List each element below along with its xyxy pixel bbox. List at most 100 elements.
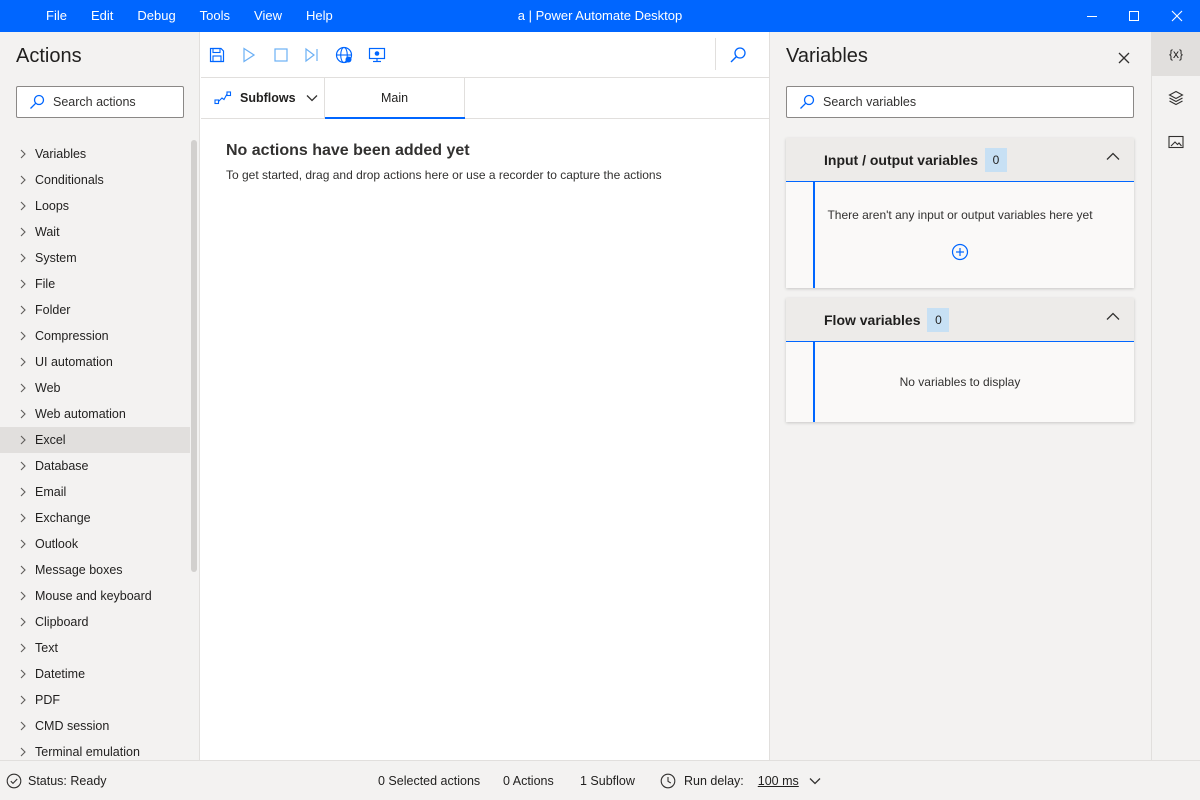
io-variables-label: Input / output variables <box>824 151 979 168</box>
search-icon <box>730 47 746 63</box>
action-group-web[interactable]: Web <box>0 375 190 401</box>
close-button[interactable] <box>1156 0 1198 32</box>
tab-main[interactable]: Main <box>325 78 465 119</box>
io-variables-count: 0 <box>985 147 1008 172</box>
action-group-message-boxes[interactable]: Message boxes <box>0 557 190 583</box>
action-group-mouse-and-keyboard[interactable]: Mouse and keyboard <box>0 583 190 609</box>
actions-search-input[interactable]: Search actions <box>16 86 184 118</box>
stop-icon <box>274 48 288 62</box>
menu-tools[interactable]: Tools <box>188 0 242 32</box>
chevron-right-icon <box>20 253 34 263</box>
action-group-loops[interactable]: Loops <box>0 193 190 219</box>
variables-search-placeholder: Search variables <box>823 95 917 109</box>
chevron-right-icon <box>20 591 34 601</box>
maximize-button[interactable] <box>1113 0 1155 32</box>
action-group-web-automation[interactable]: Web automation <box>0 401 190 427</box>
web-recorder-button[interactable] <box>333 44 355 66</box>
subflows-dropdown[interactable]: Subflows <box>201 78 325 118</box>
ui-elements-icon <box>1168 90 1184 106</box>
run-delay-label: Run delay: <box>684 774 744 788</box>
action-group-text[interactable]: Text <box>0 635 190 661</box>
action-group-outlook[interactable]: Outlook <box>0 531 190 557</box>
action-group-label: Conditionals <box>35 173 104 187</box>
flow-variables-count: 0 <box>927 307 950 332</box>
actions-list: Variables Conditionals Loops Wait System File… <box>0 141 190 760</box>
io-variables-header[interactable]: Input / output variables 0 <box>786 138 1134 182</box>
chevron-up-icon[interactable] <box>1106 312 1120 321</box>
empty-state-text: To get started, drag and drop actions he… <box>226 168 662 182</box>
actions-scrollbar[interactable] <box>191 140 197 572</box>
chevron-right-icon <box>20 175 34 185</box>
search-flow-button[interactable] <box>727 44 749 66</box>
desktop-recorder-icon <box>368 47 386 63</box>
ui-elements-rail-button[interactable] <box>1152 76 1200 120</box>
chevron-up-icon[interactable] <box>1106 152 1120 161</box>
action-group-system[interactable]: System <box>0 245 190 271</box>
minimize-button[interactable] <box>1071 0 1113 32</box>
action-group-label: Mouse and keyboard <box>35 589 152 603</box>
chevron-right-icon <box>20 279 34 289</box>
action-group-terminal-emulation[interactable]: Terminal emulation <box>0 739 190 760</box>
variables-close-button[interactable] <box>1114 48 1134 68</box>
clock-icon <box>660 773 676 789</box>
variables-icon: {x} <box>1168 47 1183 61</box>
action-group-file[interactable]: File <box>0 271 190 297</box>
chevron-right-icon <box>20 669 34 679</box>
run-icon <box>243 47 256 63</box>
action-group-database[interactable]: Database <box>0 453 190 479</box>
images-icon <box>1168 135 1184 149</box>
action-group-variables[interactable]: Variables <box>0 141 190 167</box>
flow-designer: Subflows Main No actions have been added… <box>201 32 769 760</box>
desktop-recorder-button[interactable] <box>366 44 388 66</box>
selected-actions-count: 0 Selected actions <box>378 774 481 788</box>
action-group-label: File <box>35 277 56 291</box>
images-rail-button[interactable] <box>1152 120 1200 164</box>
close-icon <box>1118 52 1130 64</box>
action-group-exchange[interactable]: Exchange <box>0 505 190 531</box>
action-group-label: Web <box>35 381 61 395</box>
chevron-down-icon[interactable] <box>809 777 821 785</box>
right-rail: {x} <box>1151 32 1200 760</box>
action-group-datetime[interactable]: Datetime <box>0 661 190 687</box>
action-group-compression[interactable]: Compression <box>0 323 190 349</box>
flow-variables-header[interactable]: Flow variables 0 <box>786 298 1134 342</box>
action-group-folder[interactable]: Folder <box>0 297 190 323</box>
chevron-right-icon <box>20 383 34 393</box>
menu-debug[interactable]: Debug <box>125 0 187 32</box>
run-button[interactable] <box>238 44 260 66</box>
variables-panel: Variables Search variables Input / outpu… <box>769 32 1151 760</box>
action-group-pdf[interactable]: PDF <box>0 687 190 713</box>
web-recorder-icon <box>335 46 353 64</box>
action-group-cmd-session[interactable]: CMD session <box>0 713 190 739</box>
run-delay-value[interactable]: 100 ms <box>758 761 799 800</box>
action-group-email[interactable]: Email <box>0 479 190 505</box>
menu-help[interactable]: Help <box>294 0 345 32</box>
action-group-label: Email <box>35 485 67 499</box>
status-ready: Status: Ready <box>6 761 107 800</box>
chevron-right-icon <box>20 357 34 367</box>
action-group-label: CMD session <box>35 719 110 733</box>
chevron-right-icon <box>20 461 34 471</box>
add-io-variable-button[interactable] <box>786 243 1134 261</box>
close-icon <box>1171 10 1183 22</box>
save-button[interactable] <box>206 44 228 66</box>
menu-file[interactable]: File <box>34 0 79 32</box>
stop-button[interactable] <box>270 44 292 66</box>
variables-search-input[interactable]: Search variables <box>786 86 1134 118</box>
tab-main-label: Main <box>380 91 409 105</box>
action-group-excel[interactable]: Excel <box>0 427 190 453</box>
search-icon <box>800 94 815 109</box>
action-group-wait[interactable]: Wait <box>0 219 190 245</box>
action-group-ui-automation[interactable]: UI automation <box>0 349 190 375</box>
flow-variables-body: No variables to display <box>786 342 1134 389</box>
variables-rail-button[interactable]: {x} <box>1152 32 1200 76</box>
action-group-clipboard[interactable]: Clipboard <box>0 609 190 635</box>
chevron-right-icon <box>20 227 34 237</box>
chevron-right-icon <box>20 331 34 341</box>
run-next-action-button[interactable] <box>301 44 323 66</box>
io-variables-body: There aren't any input or output variabl… <box>786 182 1134 261</box>
action-group-conditionals[interactable]: Conditionals <box>0 167 190 193</box>
menu-edit[interactable]: Edit <box>79 0 125 32</box>
menu-view[interactable]: View <box>242 0 294 32</box>
chevron-right-icon <box>20 435 34 445</box>
